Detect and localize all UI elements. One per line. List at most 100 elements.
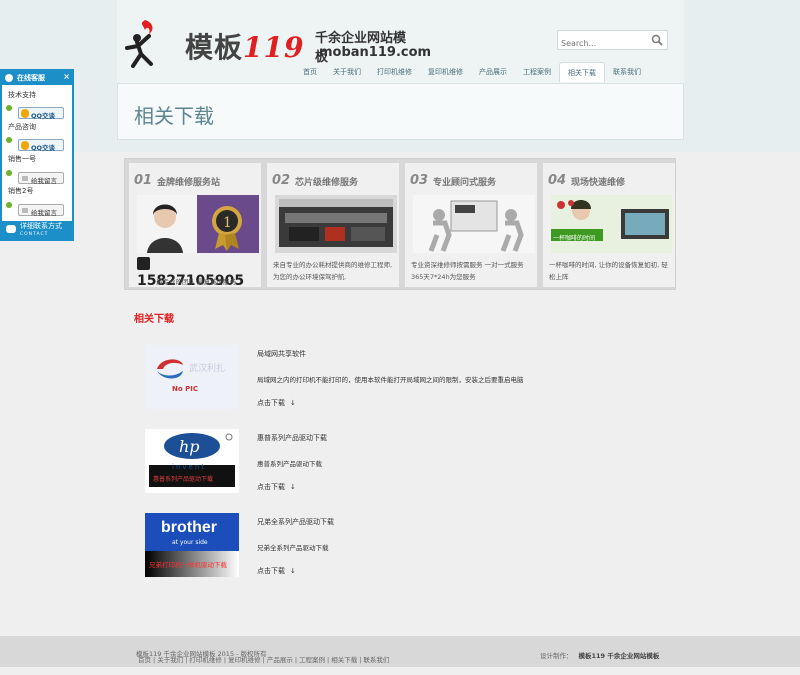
- cs-contact-details-button[interactable]: 详细联系方式 CONTACT: [2, 221, 72, 239]
- service-title: 现场快速维修: [571, 178, 626, 188]
- service-card-4[interactable]: 04 现场快速维修 一杯咖啡的时间 一杯咖啡的时间, 让你的设备恢复如初, 轻松…: [543, 163, 675, 287]
- cs-header: 在线客服 ×: [2, 71, 72, 85]
- service-card-3[interactable]: 03 专业顾问式服务 专业资深维修师按需服务 一对一式服务 365天7*24h为…: [405, 163, 537, 287]
- customer-service-widget: 在线客服 × 技术支持 QQ交谈 产品咨询 QQ交谈 销售一号 给我留言 销售2…: [0, 69, 74, 241]
- cs-title: 在线客服: [17, 74, 45, 82]
- footer-link-cases[interactable]: 工程案例: [299, 656, 325, 664]
- nav-item-home[interactable]: 首页: [295, 62, 325, 82]
- main-nav: 首页 关于我们 打印机维修 复印机维修 产品展示 工程案例 相关下载 联系我们: [295, 62, 649, 82]
- online-status-icon: [6, 202, 12, 208]
- footer-link-contact[interactable]: 联系我们: [363, 656, 389, 664]
- footer-link-copier-repair[interactable]: 复印机维修: [228, 656, 261, 664]
- service-title: 芯片级维修服务: [295, 178, 359, 188]
- nav-item-cases[interactable]: 工程案例: [515, 62, 559, 82]
- message-pen-icon: [22, 176, 28, 181]
- service-card-2[interactable]: 02 芯片级维修服务 来自专业的办公耗材提供商的维修工程师, 为您的办公环境保驾…: [267, 163, 399, 287]
- nav-item-copier-repair[interactable]: 复印机维修: [420, 62, 471, 82]
- qq-chat-button[interactable]: QQ交谈: [18, 139, 64, 152]
- service-number: 04: [548, 173, 567, 188]
- cs-contact-label: 详细联系方式: [20, 222, 62, 230]
- nav-item-products[interactable]: 产品展示: [471, 62, 515, 82]
- downloads-section-title: 相关下载: [134, 314, 174, 325]
- footer-design-credit: 设计制作： 模板119 千余企业网站模板: [540, 650, 659, 660]
- service-photo-printer-internals: [275, 195, 397, 253]
- qq-button-label: QQ交谈: [31, 144, 56, 152]
- qq-button-label: QQ交谈: [31, 112, 56, 120]
- qq-chat-button[interactable]: QQ交谈: [18, 107, 64, 120]
- nav-item-printer-repair[interactable]: 打印机维修: [369, 62, 420, 82]
- close-icon[interactable]: ×: [63, 72, 70, 81]
- qq-penguin-icon: [21, 109, 29, 118]
- hp-invent-text: invent: [172, 463, 207, 471]
- torch-runner-icon: [125, 20, 153, 68]
- cs-group-label: 产品咨询: [8, 123, 36, 131]
- nav-item-contact[interactable]: 联系我们: [605, 62, 649, 82]
- qq-penguin-icon: [21, 141, 29, 150]
- services-strip: 01 金牌维修服务站 1 15827105905 最专业的团队 最真诚的服务 0…: [124, 158, 676, 290]
- download-arrow-icon: ↓: [290, 567, 296, 575]
- service-desc: 来自专业的办公耗材提供商的维修工程师, 为您的办公环境保驾护航.: [273, 261, 393, 281]
- search-input[interactable]: [558, 34, 646, 53]
- page-title: 相关下载: [134, 104, 214, 128]
- download-link[interactable]: 点击下载 ↓: [257, 566, 296, 576]
- service-photo-carrying-printer: [413, 195, 535, 253]
- design-label: 设计制作：: [540, 652, 573, 660]
- service-desc: 专业资深维修师按需服务 一对一式服务 365天7*24h为您服务: [411, 261, 524, 281]
- footer-link-about[interactable]: 关于我们: [157, 656, 183, 664]
- search-icon[interactable]: [651, 34, 663, 46]
- download-arrow-icon: ↓: [290, 399, 296, 407]
- hp-logo-thumbnail[interactable]: hp: [145, 429, 239, 493]
- footer-link-printer-repair[interactable]: 打印机维修: [189, 656, 222, 664]
- nav-item-downloads[interactable]: 相关下载: [559, 62, 605, 82]
- service-title: 金牌维修服务站: [157, 178, 221, 188]
- logo-number: 119: [243, 31, 305, 64]
- download-arrow-icon: ↓: [290, 483, 296, 491]
- online-status-icon: [6, 137, 12, 143]
- service-desc: 一杯咖啡的时间, 让你的设备恢复如初, 轻松上阵: [549, 261, 668, 281]
- page-banner: 相关下载: [117, 83, 684, 140]
- footer-bottom-strip: [0, 667, 800, 675]
- nav-item-about[interactable]: 关于我们: [325, 62, 369, 82]
- online-status-icon: [6, 170, 12, 176]
- download-link-label: 点击下载: [257, 567, 285, 575]
- download-item-hp: hp invent 惠普系列产品驱动下载 惠普系列产品驱动下载 惠普系列产品驱动…: [145, 429, 645, 495]
- search-box: [557, 30, 668, 53]
- service-photo-receptionist: 1: [137, 195, 259, 253]
- download-item-lan-share: 武汉利扎 No PIC 局域网共享软件 局域网之内的打印机不能打印的，使用本软件…: [145, 345, 645, 411]
- thumb-no-pic-label: No PIC: [172, 385, 198, 393]
- svg-text:1: 1: [223, 215, 232, 231]
- service-number: 03: [410, 173, 429, 188]
- message-button-label: 给我留言: [31, 177, 57, 185]
- footer-link-products[interactable]: 产品展示: [267, 656, 293, 664]
- download-link-label: 点击下载: [257, 483, 285, 491]
- download-link[interactable]: 点击下载 ↓: [257, 398, 296, 408]
- download-link-label: 点击下载: [257, 399, 285, 407]
- leave-message-button[interactable]: 给我留言: [18, 204, 64, 217]
- cs-group-label: 销售2号: [8, 187, 34, 195]
- footer-link-home[interactable]: 首页: [138, 656, 151, 664]
- service-number: 01: [134, 173, 153, 188]
- cs-group-label: 销售一号: [8, 155, 36, 163]
- no-pic-thumbnail[interactable]: 武汉利扎: [145, 345, 239, 409]
- headset-icon: [5, 74, 13, 82]
- brother-thumb-caption: 兄弟打印机一体机驱动下载: [149, 561, 227, 569]
- service-photo-caption: 一杯咖啡的时间: [553, 235, 596, 242]
- download-name[interactable]: 兄弟全系列产品驱动下载: [257, 517, 334, 527]
- service-card-1[interactable]: 01 金牌维修服务站 1 15827105905 最专业的团队 最真诚的服务: [129, 163, 261, 289]
- site-header: 模板119 千余企业网站模板 moban119.com 首页 关于我们 打印机维…: [117, 0, 684, 84]
- logo-chinese: 模板: [185, 31, 244, 64]
- leave-message-button[interactable]: 给我留言: [18, 172, 64, 185]
- download-desc: 局域网之内的打印机不能打印的，使用本软件能打开局域网之间的限制，安装之后要重启电…: [257, 376, 524, 384]
- brother-tagline: at your side: [172, 539, 208, 546]
- chat-bubble-icon: [6, 225, 16, 233]
- service-title: 专业顾问式服务: [433, 178, 497, 188]
- footer-link-downloads[interactable]: 相关下载: [331, 656, 357, 664]
- download-item-brother: brother at your side 兄弟打印机一体机驱动下载 兄弟全系列产…: [145, 513, 645, 579]
- site-footer: 模板119 千余企业网站模板 2015 - 版权所有 首页 | 关于我们 | 打印机维修…: [0, 636, 800, 667]
- download-link[interactable]: 点击下载 ↓: [257, 482, 296, 492]
- footer-links: 首页 | 关于我们 | 打印机维修 | 复印机维修 | 产品展示 | 工程案例 | 相关下载 | 联系我们: [138, 656, 390, 664]
- download-name[interactable]: 局域网共享软件: [257, 349, 306, 359]
- download-name[interactable]: 惠普系列产品驱动下载: [257, 433, 327, 443]
- design-value[interactable]: 模板119 千余企业网站模板: [579, 652, 660, 660]
- brother-logo-text: brother: [161, 519, 217, 536]
